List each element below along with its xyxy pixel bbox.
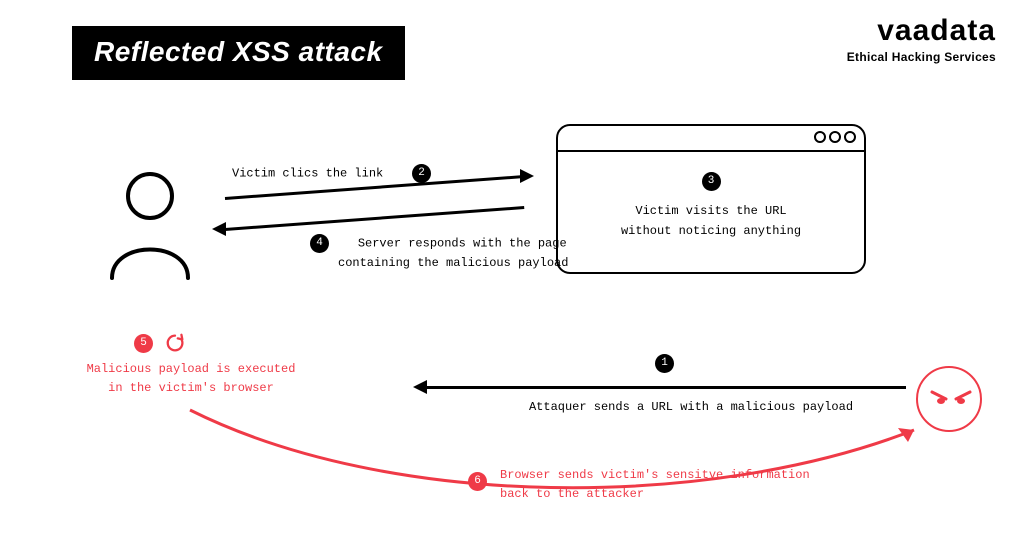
arrow-step-1-head xyxy=(413,380,427,394)
step-2-badge: 2 xyxy=(412,164,431,183)
step-6-badge: 6 xyxy=(468,472,487,491)
browser-window: 3 Victim visits the URL without noticing… xyxy=(556,124,866,274)
brand-tagline: Ethical Hacking Services xyxy=(847,50,996,64)
arrow-step-1 xyxy=(426,386,906,389)
step-3-badge: 3 xyxy=(702,172,721,191)
brand-name: vaadata xyxy=(847,14,996,48)
step-1-badge: 1 xyxy=(655,354,674,373)
window-controls-icon xyxy=(811,130,856,148)
victim-icon xyxy=(100,166,200,291)
step-6-text-line2: back to the attacker xyxy=(500,487,644,501)
step-6-text-line1: Browser sends victim's sensitve informat… xyxy=(500,468,810,482)
brand-logo: vaadata Ethical Hacking Services xyxy=(847,14,996,64)
step-4-text-line1: Server responds with the page xyxy=(358,237,567,251)
step-5-text-line1: Malicious payload is executed xyxy=(87,362,296,376)
step-5-badge: 5 xyxy=(134,334,153,353)
arrow-step-4-head xyxy=(212,222,226,236)
step-3-text-line1: Victim visits the URL xyxy=(635,204,786,218)
step-5-label: Malicious payload is executed in the vic… xyxy=(86,360,296,398)
step-1-badge-wrap: 1 xyxy=(655,354,674,373)
step-2-text: Victim clics the link xyxy=(232,167,383,181)
step-2-label: Victim clics the link 2 xyxy=(232,164,431,184)
step-1-label: Attaquer sends a URL with a malicious pa… xyxy=(476,398,906,417)
step-4-label: 4 Server responds with the page containi… xyxy=(310,234,568,273)
arrow-step-2-head xyxy=(520,169,534,183)
attacker-icon xyxy=(916,366,982,432)
reload-icon xyxy=(164,332,186,359)
step-1-text: Attaquer sends a URL with a malicious pa… xyxy=(529,400,853,414)
step-5-text-line2: in the victim's browser xyxy=(108,381,274,395)
step-6-badge-wrap: 6 xyxy=(468,472,487,491)
step-6-label: Browser sends victim's sensitve informat… xyxy=(500,466,810,504)
step-4-badge: 4 xyxy=(310,234,329,253)
arrow-step-4 xyxy=(225,206,524,231)
step-3-text-line2: without noticing anything xyxy=(621,224,801,238)
step-5-badge-wrap: 5 xyxy=(134,334,153,353)
page-title: Reflected XSS attack xyxy=(72,26,405,80)
step-4-text-line2: containing the malicious payload xyxy=(338,254,568,273)
